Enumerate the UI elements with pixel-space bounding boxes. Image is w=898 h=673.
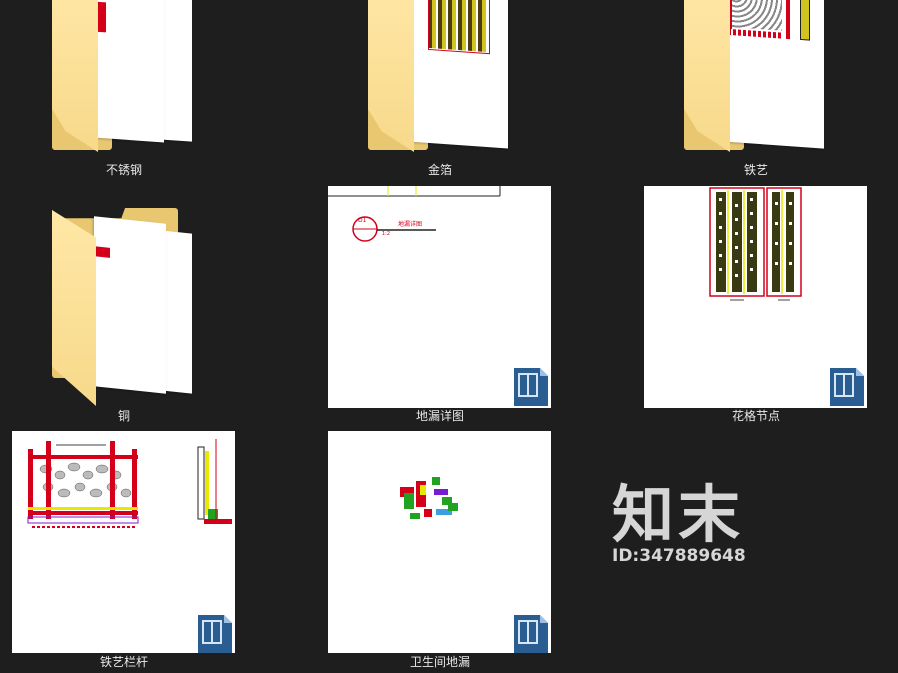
detail-scale-text: 1:2: [382, 231, 391, 237]
detail-title-text: 地漏详图: [398, 221, 423, 228]
item-label: 铜: [117, 409, 130, 423]
folder-icon: [644, 0, 868, 160]
item-label: 不锈钢: [105, 163, 142, 177]
item-label: 铁艺栏杆: [99, 655, 148, 669]
folder-item[interactable]: 铁艺: [644, 0, 868, 180]
dwg-file-icon: [198, 615, 232, 653]
dwg-file-icon: [514, 368, 548, 406]
dwg-file-item[interactable]: 铁艺栏杆: [12, 431, 236, 673]
folder-icon: [12, 0, 236, 160]
item-label: 地漏详图: [415, 409, 464, 423]
dwg-file-icon: [514, 615, 548, 653]
item-label: 金箔: [427, 163, 452, 177]
item-label: 卫生间地漏: [409, 655, 470, 669]
folder-item[interactable]: 铜: [12, 186, 236, 426]
watermark: 知末 ID:347889648: [612, 478, 792, 567]
dwg-file-icon: [830, 368, 864, 406]
watermark-brand: 知末: [612, 478, 745, 551]
dwg-file-item[interactable]: D1 地漏详图 1:2 地漏详图: [328, 186, 552, 426]
item-label: 花格节点: [731, 409, 780, 423]
dwg-file-item[interactable]: 卫生间地漏: [328, 431, 552, 673]
folder-icon: [12, 186, 236, 408]
watermark-id: ID:347889648: [612, 546, 746, 566]
dwg-file-item[interactable]: 花格节点: [644, 186, 868, 426]
item-label: 铁艺: [743, 163, 768, 177]
folder-item[interactable]: 金箔: [328, 0, 552, 180]
folder-item[interactable]: 不锈钢: [12, 0, 236, 180]
detail-tag-text: D1: [358, 217, 367, 224]
folder-icon: [328, 0, 552, 160]
